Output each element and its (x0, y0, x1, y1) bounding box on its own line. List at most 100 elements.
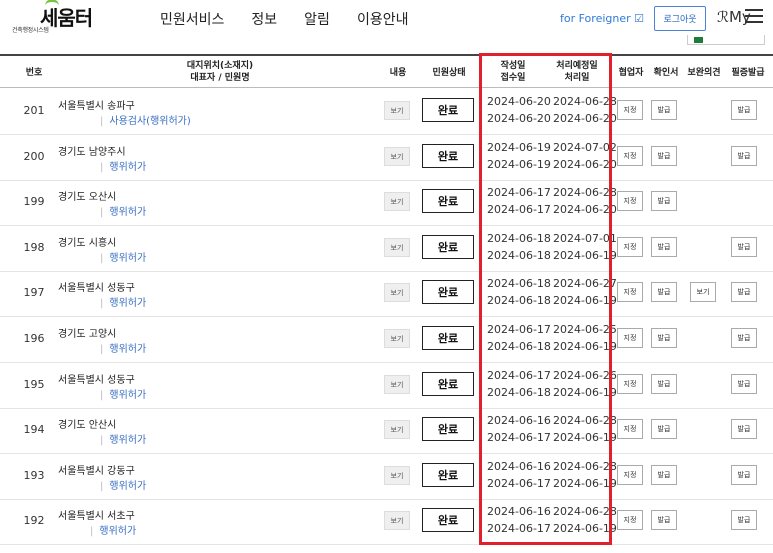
certificate-issue-button[interactable]: 발급 (731, 510, 757, 530)
due-done-dates: 2024-06-26 2024-06-19 (553, 369, 617, 399)
certificate-issue-button[interactable]: 발급 (731, 419, 757, 439)
certificate-issue-button[interactable]: 발급 (731, 237, 757, 257)
certificate-issue-button[interactable]: 발급 (731, 282, 757, 302)
table-row: 197 서울특별시 성동구 | 행위허가 보기 완료 2024-06-18 2024-06-1… (0, 270, 773, 317)
view-button[interactable]: 보기 (384, 101, 410, 120)
row-number: 194 (23, 423, 45, 436)
row-address: 경기도 남양주시 (58, 147, 126, 158)
table-row: 199 경기도 오산시 | 행위허가 보기 완료 2024-06-17 2024-06-17 2… (0, 179, 773, 226)
created-received-dates: 2024-06-16 2024-06-17 (487, 414, 551, 444)
assign-collaborator-button[interactable]: 지정 (617, 419, 643, 439)
view-button[interactable]: 보기 (384, 238, 410, 257)
view-button[interactable]: 보기 (384, 466, 410, 485)
due-done-dates: 2024-07-02 2024-06-20 (553, 141, 617, 171)
row-number: 198 (23, 241, 45, 254)
table-row: 201 서울특별시 송파구 | 사용검사(행위허가) 보기 완료 2024-06-20 202… (0, 88, 773, 135)
row-application-type-link[interactable]: | 사용검사(행위허가) (100, 112, 191, 127)
row-number: 195 (23, 378, 45, 391)
due-done-dates: 2024-06-28 2024-06-20 (553, 186, 617, 216)
row-number: 196 (23, 332, 45, 345)
assign-collaborator-button[interactable]: 지정 (617, 191, 643, 211)
status-complete-button[interactable]: 완료 (422, 417, 474, 441)
logout-button[interactable]: 로그아웃 (654, 6, 706, 31)
row-application-type-link[interactable]: | 행위허가 (100, 386, 146, 401)
certificate-issue-button[interactable]: 발급 (731, 328, 757, 348)
header-addr: 대지위치(소재지) 대표자 / 민원명 (186, 61, 254, 83)
for-foreigner-link[interactable]: for Foreigner ☑ (560, 12, 644, 25)
issue-confirmation-button[interactable]: 발급 (651, 191, 677, 211)
assign-collaborator-button[interactable]: 지정 (617, 100, 643, 120)
due-done-dates: 2024-06-25 2024-06-19 (553, 323, 617, 353)
view-button[interactable]: 보기 (384, 329, 410, 348)
issue-confirmation-button[interactable]: 발급 (651, 510, 677, 530)
row-application-type-link[interactable]: | 행위허가 (90, 522, 136, 537)
excel-download-button[interactable] (687, 35, 765, 45)
nav-notice[interactable]: 알림 (304, 9, 330, 29)
status-complete-button[interactable]: 완료 (422, 463, 474, 487)
status-complete-button[interactable]: 완료 (422, 508, 474, 532)
issue-confirmation-button[interactable]: 발급 (651, 419, 677, 439)
view-button[interactable]: 보기 (384, 511, 410, 530)
status-complete-button[interactable]: 완료 (422, 144, 474, 168)
nav-civil-service[interactable]: 민원서비스 (160, 9, 224, 29)
certificate-issue-button[interactable]: 발급 (731, 100, 757, 120)
row-address: 서울특별시 서초구 (58, 511, 135, 522)
assign-collaborator-button[interactable]: 지정 (617, 465, 643, 485)
view-button[interactable]: 보기 (384, 147, 410, 166)
row-application-type-link[interactable]: | 행위허가 (100, 158, 146, 173)
assign-collaborator-button[interactable]: 지정 (617, 328, 643, 348)
issue-confirmation-button[interactable]: 발급 (651, 282, 677, 302)
header-status: 민원상태 (432, 68, 466, 78)
status-complete-button[interactable]: 완료 (422, 189, 474, 213)
row-application-type-link[interactable]: | 행위허가 (100, 249, 146, 264)
assign-collaborator-button[interactable]: 지정 (617, 282, 643, 302)
view-button[interactable]: 보기 (384, 375, 410, 394)
nav-info[interactable]: 정보 (251, 9, 277, 29)
status-complete-button[interactable]: 완료 (422, 326, 474, 350)
status-complete-button[interactable]: 완료 (422, 372, 474, 396)
view-button[interactable]: 보기 (384, 420, 410, 439)
seumter-logo[interactable]: 세움터 건축행정시스템 (6, 0, 98, 34)
view-button[interactable]: 보기 (384, 192, 410, 211)
hamburger-menu-icon[interactable] (745, 9, 763, 23)
header-collab: 협업자 (618, 68, 644, 78)
status-complete-button[interactable]: 완료 (422, 98, 474, 122)
certificate-issue-button[interactable]: 발급 (731, 374, 757, 394)
supplement-view-button[interactable]: 보기 (690, 282, 716, 302)
row-application-type-link[interactable]: | 행위허가 (100, 477, 146, 492)
table-row: 194 경기도 안산시 | 행위허가 보기 완료 2024-06-16 2024-06-17 2… (0, 407, 773, 454)
issue-confirmation-button[interactable]: 발급 (651, 237, 677, 257)
table-row: 198 경기도 시흥시 | 행위허가 보기 완료 2024-06-18 2024-06-18 2… (0, 225, 773, 272)
assign-collaborator-button[interactable]: 지정 (617, 510, 643, 530)
view-button[interactable]: 보기 (384, 283, 410, 302)
row-address: 경기도 시흥시 (58, 238, 117, 249)
header-no: 번호 (25, 68, 43, 78)
created-received-dates: 2024-06-16 2024-06-17 (487, 460, 551, 490)
due-done-dates: 2024-06-28 2024-06-19 (553, 505, 617, 535)
certificate-issue-button[interactable]: 발급 (731, 465, 757, 485)
issue-confirmation-button[interactable]: 발급 (651, 100, 677, 120)
row-application-type-link[interactable]: | 행위허가 (100, 340, 146, 355)
row-address: 서울특별시 강동구 (58, 466, 135, 477)
issue-confirmation-button[interactable]: 발급 (651, 465, 677, 485)
table-row: 200 경기도 남양주시 | 행위허가 보기 완료 2024-06-19 2024-06-19… (0, 134, 773, 181)
assign-collaborator-button[interactable]: 지정 (617, 237, 643, 257)
issue-confirmation-button[interactable]: 발급 (651, 146, 677, 166)
excel-icon (694, 37, 703, 43)
created-received-dates: 2024-06-18 2024-06-18 (487, 277, 551, 307)
status-complete-button[interactable]: 완료 (422, 235, 474, 259)
issue-confirmation-button[interactable]: 발급 (651, 328, 677, 348)
row-application-type-link[interactable]: | 행위허가 (100, 431, 146, 446)
status-complete-button[interactable]: 완료 (422, 280, 474, 304)
row-number: 192 (23, 514, 45, 527)
top-bar: 세움터 건축행정시스템 민원서비스 정보 알림 이용안내 for Foreign… (0, 0, 773, 38)
row-application-type-link[interactable]: | 행위허가 (100, 294, 146, 309)
certificate-issue-button[interactable]: 발급 (731, 146, 757, 166)
header-created-received: 작성일 접수일 (500, 61, 526, 83)
assign-collaborator-button[interactable]: 지정 (617, 146, 643, 166)
nav-guide[interactable]: 이용안내 (357, 9, 409, 29)
assign-collaborator-button[interactable]: 지정 (617, 374, 643, 394)
row-application-type-link[interactable]: | 행위허가 (100, 203, 146, 218)
issue-confirmation-button[interactable]: 발급 (651, 374, 677, 394)
created-received-dates: 2024-06-20 2024-06-20 (487, 95, 551, 125)
